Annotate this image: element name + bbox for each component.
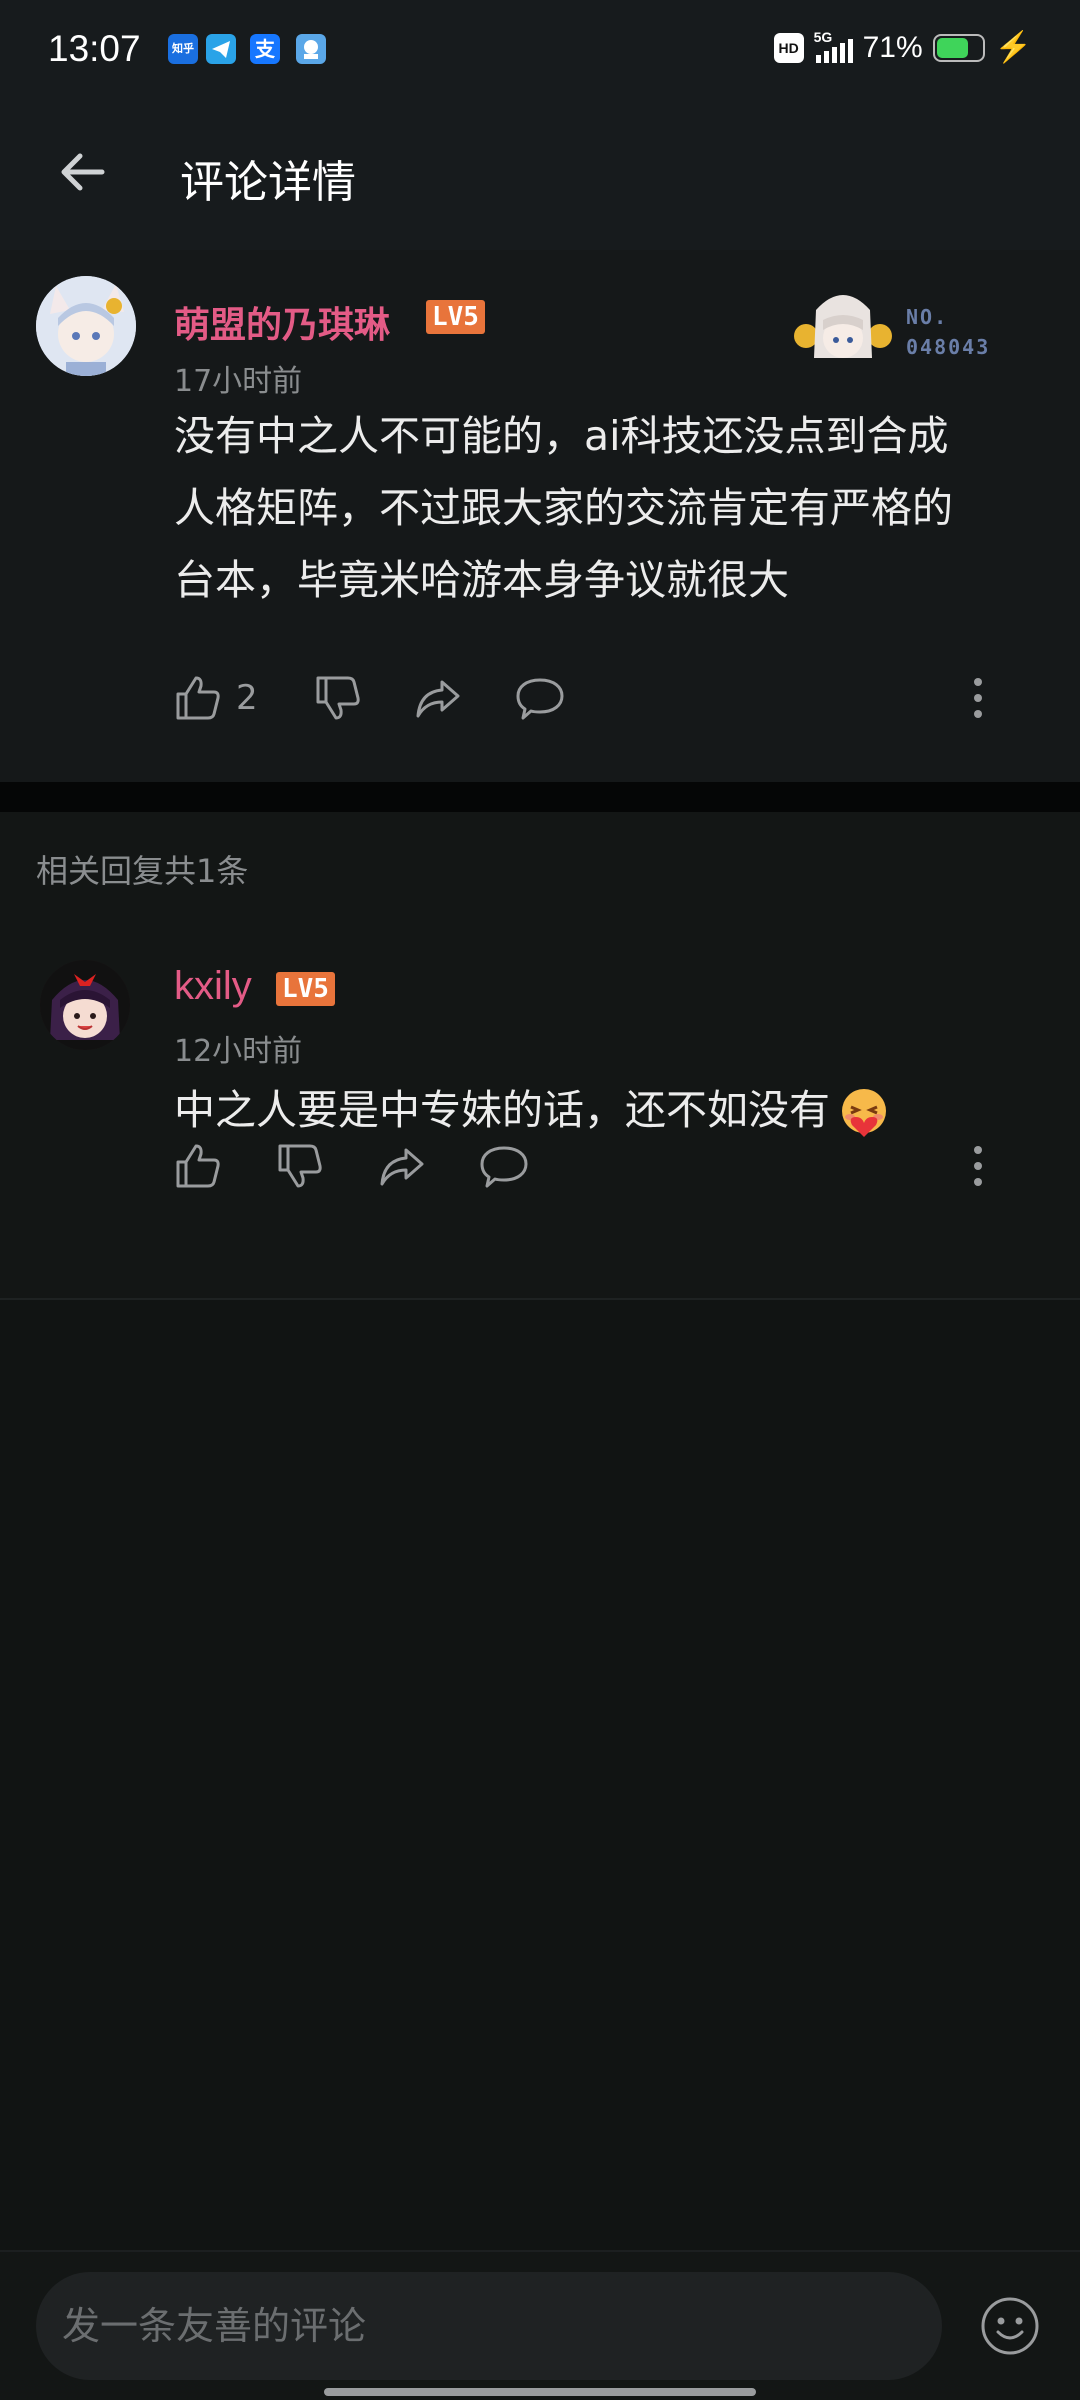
replies-count-header: 相关回复共1条	[36, 852, 249, 890]
page-title: 评论详情	[180, 157, 356, 208]
network-type-label: 5G	[813, 28, 833, 45]
comment-text: 没有中之人不可能的，ai科技还没点到合成 人格矩阵，不过跟大家的交流肯定有严格的…	[174, 400, 953, 616]
emoji-picker-icon[interactable]	[980, 2296, 1040, 2356]
comment-text-line: 台本，毕竟米哈游本身争议就很大	[174, 556, 789, 604]
battery-percent: 71%	[862, 30, 923, 64]
level-badge: LV5	[276, 972, 335, 1006]
fan-badge-number: NO. 048043	[906, 305, 991, 359]
reply-icon[interactable]	[514, 672, 566, 724]
charging-icon: ⚡	[994, 31, 1032, 64]
app-header: 评论详情	[0, 110, 1080, 250]
status-bar: 13:07 知乎 支 HD 5G 71% ⚡	[0, 0, 1080, 110]
reply-icon[interactable]	[478, 1140, 530, 1192]
zhihu-icon: 知乎	[168, 34, 198, 64]
status-right-group: HD 5G 71% ⚡	[773, 29, 1032, 65]
hd-icon: HD	[773, 32, 804, 63]
comment-username[interactable]: 萌盟的乃琪琳	[174, 296, 390, 348]
comment-text-line: 人格矩阵，不过跟大家的交流肯定有严格的	[174, 484, 953, 532]
battery-fill	[936, 37, 968, 58]
comment-input[interactable]	[36, 2272, 942, 2380]
reply-time: 12小时前	[174, 1034, 303, 1069]
more-icon[interactable]	[970, 674, 986, 722]
status-time: 13:07	[48, 28, 141, 69]
dislike-icon[interactable]	[312, 672, 364, 724]
comment-detail-page: 13:07 知乎 支 HD 5G 71% ⚡ 评论详情 萌盟的乃琪琳 LV5 1…	[0, 0, 1080, 2400]
share-icon[interactable]	[376, 1140, 428, 1192]
main-comment: 萌盟的乃琪琳 LV5 17小时前 NO. 048043 没有中之人不可能的，ai…	[0, 250, 1080, 782]
comment-time: 17小时前	[174, 364, 303, 399]
back-arrow-icon[interactable]	[54, 142, 114, 202]
fan-badge-avatar-icon	[794, 295, 892, 358]
like-icon[interactable]	[172, 1140, 224, 1192]
bottom-comment-bar	[0, 2250, 1080, 2400]
avatar[interactable]	[40, 960, 130, 1050]
app-icon	[296, 34, 326, 64]
reply-username[interactable]: kxily	[174, 964, 252, 1009]
section-divider	[0, 782, 1080, 812]
level-badge: LV5	[426, 300, 485, 334]
home-indicator[interactable]	[324, 2388, 756, 2396]
like-count: 2	[236, 678, 258, 718]
signal-icon: 5G	[814, 29, 853, 63]
replies-section: 相关回复共1条 kxily LV5 12小时前 中之人要是中专妹的话，还不如没有	[0, 812, 1080, 1300]
fan-badge[interactable]: NO. 048043	[788, 280, 1028, 380]
reply-text: 中之人要是中专妹的话，还不如没有	[174, 1086, 830, 1134]
like-icon[interactable]	[172, 672, 224, 724]
telegram-icon	[206, 34, 236, 64]
blushing-heart-emoji-icon	[842, 1089, 886, 1137]
avatar[interactable]	[36, 276, 136, 376]
more-icon[interactable]	[970, 1142, 986, 1190]
reply-text-row: 中之人要是中专妹的话，还不如没有	[174, 1074, 892, 1146]
comment-text-line: 没有中之人不可能的，ai科技还没点到合成	[174, 412, 949, 460]
battery-icon	[932, 33, 985, 62]
share-icon[interactable]	[412, 672, 464, 724]
alipay-icon: 支	[250, 34, 280, 64]
dislike-icon[interactable]	[274, 1140, 326, 1192]
